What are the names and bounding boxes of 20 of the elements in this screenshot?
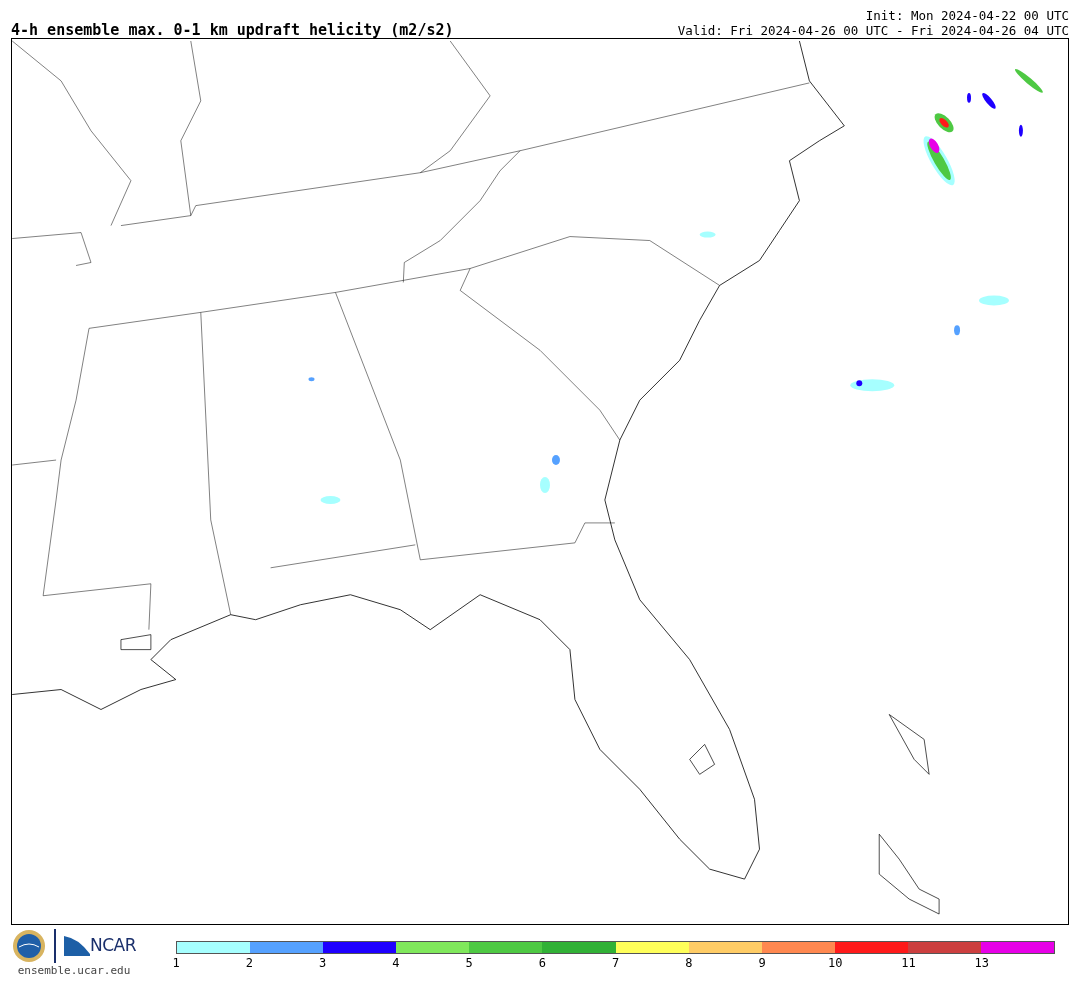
tick-label: 6 bbox=[537, 955, 547, 972]
tick-label: 8 bbox=[684, 955, 694, 972]
init-time: Init: Mon 2024-04-22 00 UTC bbox=[864, 8, 1069, 23]
tick-label: 3 bbox=[317, 955, 328, 972]
tick-label: 9 bbox=[757, 955, 767, 972]
chart-title: 4-h ensemble max. 0-1 km updraft helicity (m2/s2) bbox=[11, 23, 454, 38]
tick-label: 10 bbox=[827, 955, 844, 972]
tick-label: 1 bbox=[171, 955, 181, 972]
logo-text: NCAR bbox=[90, 934, 137, 958]
tick-label: 2 bbox=[244, 955, 254, 972]
website-url: ensemble.ucar.edu bbox=[17, 963, 131, 979]
divider-icon bbox=[54, 929, 56, 963]
tick-label: 7 bbox=[610, 955, 621, 972]
valid-time: Valid: Fri 2024-04-26 00 UTC - Fri 2024-04-26 04 UTC bbox=[677, 23, 1069, 38]
tick-label: 5 bbox=[464, 955, 474, 972]
swoosh-icon bbox=[64, 936, 90, 956]
tick-label: 11 bbox=[900, 955, 917, 972]
globe-seal-icon bbox=[12, 929, 46, 963]
tick-label: 4 bbox=[391, 955, 401, 972]
tick-label: 13 bbox=[973, 955, 990, 972]
